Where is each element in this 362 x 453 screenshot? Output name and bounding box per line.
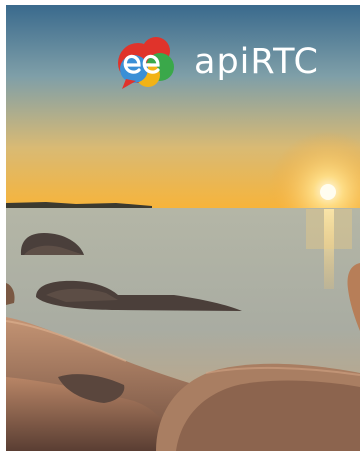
splash-screen: apiRTC: [6, 5, 360, 451]
brand-logo: apiRTC: [116, 33, 319, 91]
apirtc-logo-icon: [118, 37, 174, 89]
brand-name: apiRTC: [194, 41, 319, 82]
